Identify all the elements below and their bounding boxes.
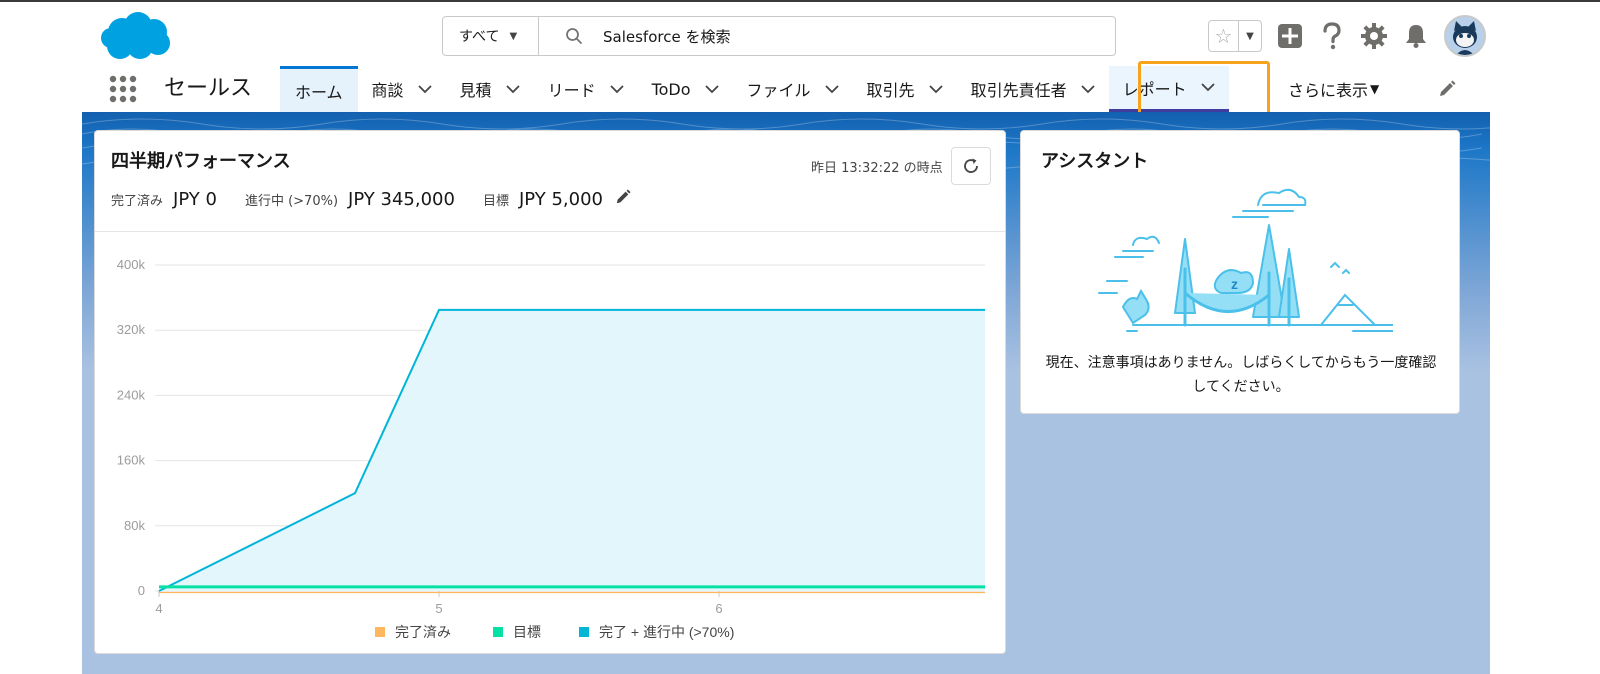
y-tick-label: 320k bbox=[117, 322, 146, 337]
quarterly-performance-card: 四半期パフォーマンス 昨日 13:32:22 の時点 完了済み JPY 0 進行… bbox=[94, 130, 1006, 654]
nav-tab-label: ToDo bbox=[651, 79, 691, 99]
goal-label: 目標 bbox=[482, 194, 509, 209]
salesforce-cloud-logo[interactable] bbox=[100, 10, 174, 62]
performance-chart: 0 80k 160k 240k 320k 400k 4 5 6 完了済み 目標 完了 + 進行中 (>… bbox=[117, 257, 985, 640]
nav-tab-label: ホーム bbox=[295, 82, 343, 102]
search-input[interactable]: Salesforce を検索 bbox=[539, 17, 1115, 55]
app-name: セールス bbox=[164, 76, 253, 101]
x-tick-label: 6 bbox=[715, 601, 722, 616]
search-scope-label: すべて bbox=[459, 29, 500, 45]
favorites-control: ☆ ▼ bbox=[1208, 20, 1262, 52]
nav-tab-contacts[interactable]: 取引先責任者 bbox=[957, 66, 1109, 112]
edit-nav-pencil-icon[interactable] bbox=[1438, 80, 1456, 98]
performance-stats: 完了済み JPY 0 進行中 (>70%) JPY 345,000 目標 JPY… bbox=[111, 189, 631, 210]
search-icon bbox=[566, 28, 582, 44]
header-utility-icons: ☆ ▼ bbox=[1208, 15, 1486, 57]
global-search: すべて ▼ Salesforce を検索 bbox=[442, 16, 1116, 56]
y-tick-label: 160k bbox=[117, 453, 146, 468]
setup-gear-icon[interactable] bbox=[1360, 22, 1388, 50]
search-placeholder: Salesforce を検索 bbox=[603, 27, 731, 46]
open-label: 進行中 (>70%) bbox=[244, 194, 339, 209]
favorites-dropdown-icon[interactable]: ▼ bbox=[1237, 21, 1261, 51]
nav-tab-todo[interactable]: ToDo bbox=[638, 66, 733, 112]
chevron-down-icon[interactable] bbox=[1080, 84, 1095, 94]
search-scope-dropdown[interactable]: すべて ▼ bbox=[443, 17, 539, 55]
nav-tab-label: 取引先 bbox=[866, 81, 915, 100]
nav-tab-quotes[interactable]: 見積 bbox=[446, 66, 534, 112]
y-tick-label: 0 bbox=[138, 583, 145, 598]
sleeping-hammock-illustration: z bbox=[1098, 188, 1393, 332]
caret-down-icon: ▼ bbox=[509, 30, 518, 42]
nav-tab-opportunities[interactable]: 商談 bbox=[358, 66, 446, 112]
app-launcher-icon[interactable] bbox=[108, 74, 138, 104]
global-create-icon[interactable] bbox=[1276, 22, 1304, 50]
chevron-down-icon[interactable] bbox=[824, 84, 839, 94]
card-title: 四半期パフォーマンス bbox=[111, 151, 291, 172]
legend-label: 完了済み bbox=[395, 624, 451, 640]
refresh-button[interactable] bbox=[951, 147, 991, 185]
nav-more-menu[interactable]: さらに表示 ▼ bbox=[1288, 66, 1379, 112]
chevron-down-icon[interactable] bbox=[417, 84, 432, 94]
legend-label: 完了 + 進行中 (>70%) bbox=[599, 624, 734, 640]
nav-tab-home[interactable]: ホーム bbox=[280, 66, 358, 112]
nav-tab-label: 見積 bbox=[459, 81, 492, 100]
y-tick-label: 400k bbox=[117, 257, 146, 272]
series-area-open-pipeline bbox=[159, 309, 985, 591]
assistant-empty-message: 現在、注意事項はありません。しばらくしてからもう一度確認してください。 bbox=[1045, 355, 1437, 395]
edit-goal-pencil-icon[interactable] bbox=[615, 189, 631, 205]
legend-label: 目標 bbox=[513, 624, 541, 640]
as-of-timestamp: 昨日 13:32:22 の時点 bbox=[811, 161, 943, 176]
card-divider bbox=[95, 231, 1005, 232]
goal-value: JPY 5,000 bbox=[518, 189, 603, 210]
y-tick-label: 240k bbox=[117, 387, 146, 402]
x-tick-label: 4 bbox=[155, 601, 162, 616]
chevron-down-icon[interactable] bbox=[704, 84, 719, 94]
refresh-icon bbox=[964, 158, 978, 173]
nav-tab-label: ファイル bbox=[746, 81, 811, 100]
open-value: JPY 345,000 bbox=[348, 189, 455, 210]
assistant-card: アシスタント z 現在、注意事項はありません。しばらくしてからもう一度確認してく… bbox=[1020, 130, 1460, 414]
chevron-down-icon[interactable] bbox=[928, 84, 943, 94]
legend-swatch bbox=[375, 627, 385, 637]
favorite-star-icon[interactable]: ☆ bbox=[1209, 21, 1238, 51]
nav-tab-label: 取引先責任者 bbox=[970, 81, 1067, 100]
salesforce-app: すべて ▼ Salesforce を検索 ☆ ▼ セールス ホーム 商談 見積 … bbox=[82, 2, 1490, 674]
chevron-down-icon[interactable] bbox=[609, 84, 624, 94]
nav-tab-files[interactable]: ファイル bbox=[733, 66, 853, 112]
nav-tab-label: 商談 bbox=[371, 81, 404, 100]
sleep-z-text: z bbox=[1231, 276, 1238, 292]
x-tick-label: 5 bbox=[435, 601, 442, 616]
nav-tab-label: リード bbox=[547, 81, 596, 100]
closed-label: 完了済み bbox=[111, 194, 164, 209]
caret-down-icon: ▼ bbox=[1370, 82, 1380, 96]
notifications-bell-icon[interactable] bbox=[1402, 22, 1430, 50]
legend-swatch bbox=[493, 627, 503, 637]
nav-more-label: さらに表示 bbox=[1288, 81, 1369, 100]
closed-value: JPY 0 bbox=[173, 189, 217, 210]
nav-tab-accounts[interactable]: 取引先 bbox=[853, 66, 957, 112]
user-avatar[interactable] bbox=[1444, 15, 1486, 57]
chevron-down-icon[interactable] bbox=[505, 84, 520, 94]
y-tick-label: 80k bbox=[124, 518, 145, 533]
nav-tab-leads[interactable]: リード bbox=[534, 66, 638, 112]
card-title: アシスタント bbox=[1041, 151, 1149, 172]
help-icon[interactable] bbox=[1318, 22, 1346, 50]
navigation-bar: ホーム 商談 見積 リード ToDo ファイル 取引先 取引先責任者 レポート bbox=[280, 66, 1229, 112]
legend-swatch bbox=[579, 627, 589, 637]
